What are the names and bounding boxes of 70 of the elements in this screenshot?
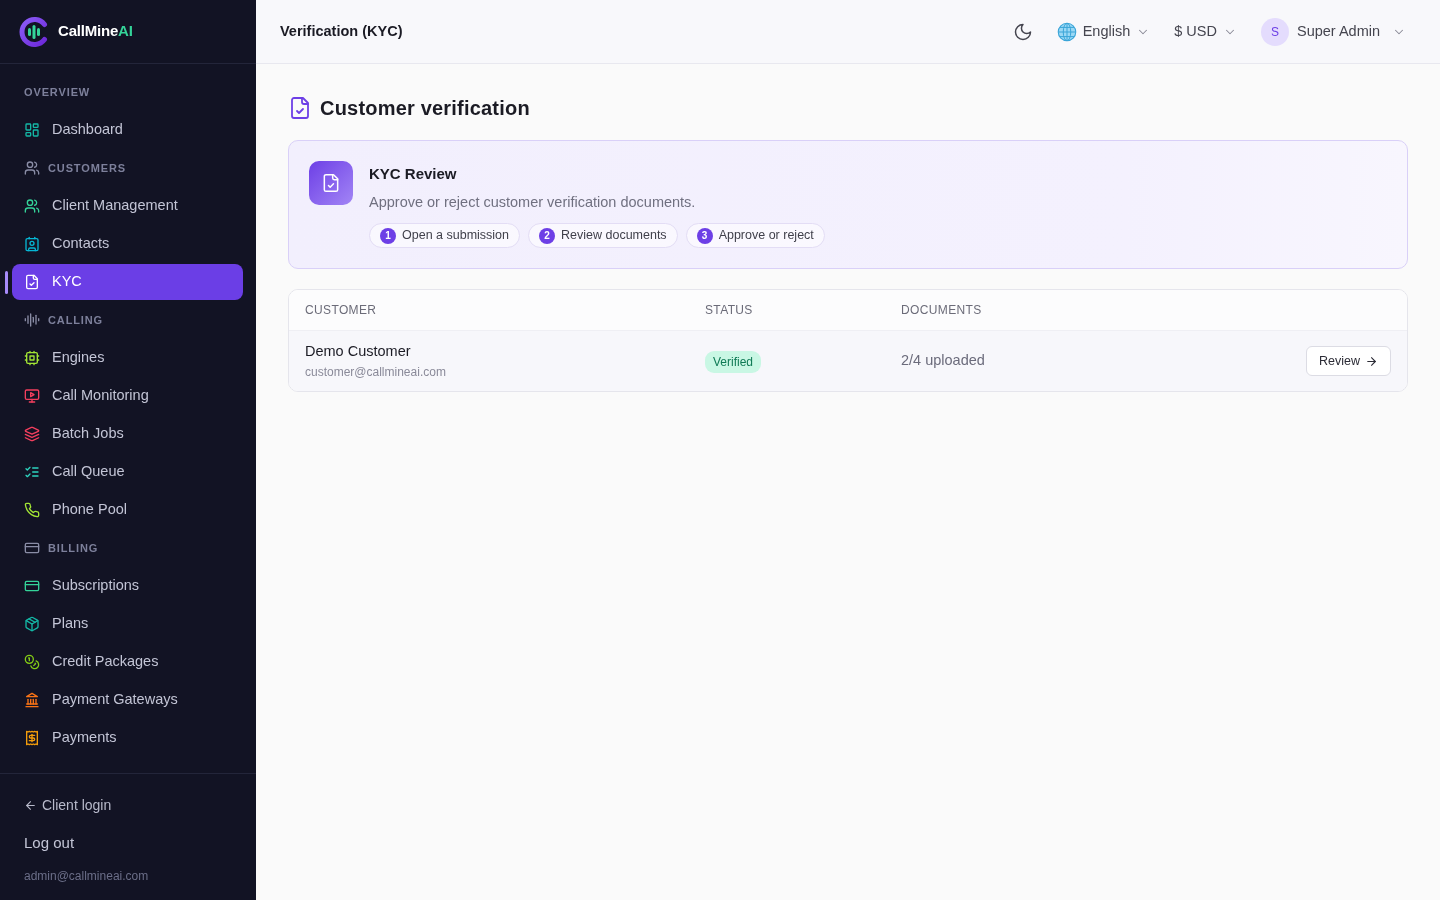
logout-link[interactable]: Log out	[24, 828, 75, 858]
customer-email: customer@callmineai.com	[305, 364, 447, 382]
document-check-icon	[24, 274, 40, 290]
users-icon	[24, 160, 40, 176]
step-label: Approve or reject	[718, 227, 814, 245]
contact-card-icon	[24, 236, 40, 252]
grid-icon	[24, 122, 40, 138]
step-label: Review documents	[561, 227, 667, 245]
nav-item[interactable]: Credit Packages	[12, 644, 243, 680]
page-title: Verification (KYC)	[280, 21, 403, 41]
globe-icon	[1056, 21, 1077, 42]
nav-item[interactable]: Call Monitoring	[12, 378, 243, 414]
nav-item[interactable]: Plans	[12, 606, 243, 642]
user-avatar: S	[1260, 17, 1289, 46]
nav-item[interactable]: Batch Jobs	[12, 416, 243, 452]
document-check-icon	[309, 161, 353, 205]
checklist-icon	[24, 464, 40, 480]
language-dropdown[interactable]: English	[1056, 20, 1151, 43]
step-number: 2	[539, 227, 555, 244]
status-badge: Verified	[705, 351, 762, 374]
user-email: admin@callmineai.com	[24, 868, 149, 885]
page-heading: Customer verification	[320, 96, 530, 120]
currency-dropdown[interactable]: $ USD	[1174, 20, 1237, 43]
nav-item[interactable]: Phone Pool	[12, 492, 243, 528]
nav-item[interactable]: Engines	[12, 340, 243, 376]
phone-icon	[24, 502, 40, 518]
nav-item[interactable]: Payments	[12, 720, 243, 756]
monitor-play-icon	[24, 388, 40, 404]
box-icon	[24, 616, 40, 632]
section-label: CALLING	[48, 312, 104, 328]
step-label: Open a submission	[402, 227, 509, 245]
bank-icon	[24, 692, 40, 708]
logo-icon	[18, 15, 50, 48]
nav-item[interactable]: Client Management	[12, 188, 243, 224]
active-indicator	[5, 270, 8, 294]
layers-icon	[24, 426, 40, 442]
column-header: CUSTOMER	[305, 302, 378, 320]
arrow-right-icon	[1365, 354, 1378, 368]
banner-title: KYC Review	[369, 164, 458, 184]
section-label: OVERVIEW	[24, 84, 91, 100]
section-label: BILLING	[48, 540, 99, 556]
nav-item[interactable]: KYC	[12, 264, 243, 300]
nav-item[interactable]: Payment Gateways	[12, 682, 243, 718]
brand-name: CallMineAI	[58, 21, 133, 42]
column-header: DOCUMENTS	[901, 302, 983, 320]
review-button[interactable]: Review	[1306, 346, 1391, 377]
coins-icon	[24, 654, 40, 670]
nav-item[interactable]: Dashboard	[12, 112, 243, 148]
step-number: 1	[380, 227, 396, 244]
banner-description: Approve or reject customer verification documents.	[369, 192, 697, 212]
section-label: CUSTOMERS	[48, 160, 126, 176]
users-icon	[24, 198, 40, 214]
customer-name: Demo Customer	[305, 342, 412, 362]
moon-icon	[1012, 21, 1033, 42]
column-header: STATUS	[705, 302, 754, 320]
nav-item[interactable]: Call Queue	[12, 454, 243, 490]
arrow-left-icon	[24, 798, 37, 812]
user-menu[interactable]: S Super Admin	[1260, 17, 1406, 46]
nav-item[interactable]: Subscriptions	[12, 568, 243, 604]
waveform-icon	[24, 312, 40, 328]
documents-cell-text: 2/4 uploaded	[901, 351, 986, 371]
nav-item[interactable]: Contacts	[12, 226, 243, 262]
credit-card-icon	[24, 540, 40, 556]
credit-card-icon	[24, 578, 40, 594]
document-check-icon	[288, 96, 312, 120]
receipt-dollar-icon	[24, 730, 40, 746]
chip-icon	[24, 350, 40, 366]
client-login-link[interactable]: Client login	[24, 790, 112, 820]
theme-toggle-button[interactable]	[1012, 21, 1033, 42]
step-number: 3	[696, 227, 713, 244]
